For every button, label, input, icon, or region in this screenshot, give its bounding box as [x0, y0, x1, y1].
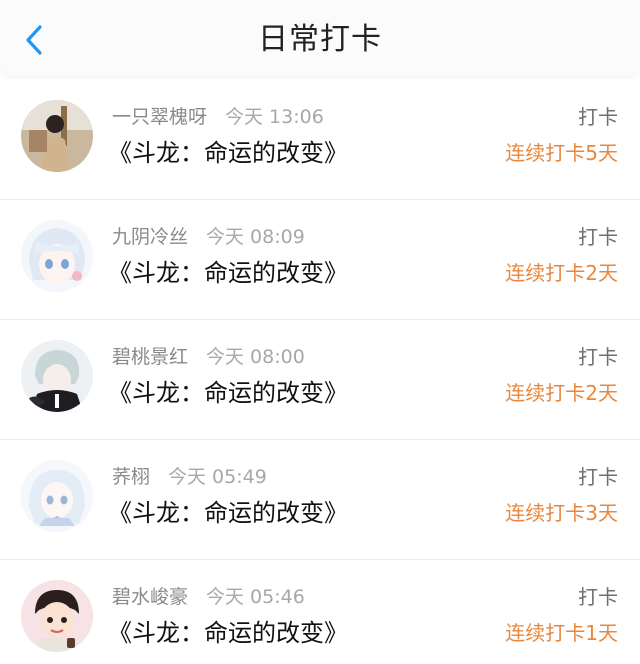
- avatar[interactable]: [21, 100, 93, 172]
- streak-count: 连续打卡2天: [505, 261, 618, 285]
- post-time: 今天 13:06: [225, 106, 324, 128]
- book-title: 《斗龙：命运的改变》: [108, 619, 348, 647]
- checkin-list: 一只翠槐呀 今天 13:06 《斗龙：命运的改变》 打卡 连续打卡5天 九阴冷丝…: [0, 80, 640, 664]
- user-avatar-anime: [21, 340, 93, 412]
- list-item[interactable]: 一只翠槐呀 今天 13:06 《斗龙：命运的改变》 打卡 连续打卡5天: [0, 80, 640, 200]
- user-avatar-photo: [21, 100, 93, 172]
- page-title: 日常打卡: [258, 22, 382, 57]
- user-avatar-cartoon: [21, 580, 93, 652]
- user-avatar-anime: [21, 220, 93, 292]
- entry-meta: 碧水峻豪 今天 05:46: [112, 584, 305, 610]
- avatar[interactable]: [21, 460, 93, 532]
- user-name[interactable]: 九阴冷丝: [112, 226, 188, 248]
- streak-count: 连续打卡3天: [505, 501, 618, 525]
- post-time: 今天 05:49: [168, 466, 267, 488]
- streak-count: 连续打卡1天: [505, 621, 618, 645]
- checkin-label: 打卡: [578, 465, 618, 489]
- user-name[interactable]: 一只翠槐呀: [112, 106, 207, 128]
- streak-count: 连续打卡2天: [505, 381, 618, 405]
- avatar[interactable]: [21, 340, 93, 412]
- streak-count: 连续打卡5天: [505, 141, 618, 165]
- book-title: 《斗龙：命运的改变》: [108, 499, 348, 527]
- entry-meta: 碧桃景红 今天 08:00: [112, 344, 305, 370]
- checkin-page: 日常打卡 一只翠槐呀今天 13:06 《斗龙：命运的改变》 打卡 连续打卡5天: [0, 0, 640, 664]
- list-item[interactable]: 碧水峻豪 今天 05:46 《斗龙：命运的改变》 打卡 连续打卡1天: [0, 560, 640, 664]
- checkin-label: 打卡: [578, 345, 618, 369]
- list-item[interactable]: 荞栩 今天 05:49 《斗龙：命运的改变》 打卡 连续打卡3天: [0, 440, 640, 560]
- user-name[interactable]: 碧水峻豪: [112, 586, 188, 608]
- checkin-label: 打卡: [578, 105, 618, 129]
- user-name[interactable]: 碧桃景红: [112, 346, 188, 368]
- book-title: 《斗龙：命运的改变》: [108, 259, 348, 287]
- avatar[interactable]: [21, 580, 93, 652]
- post-time: 今天 08:00: [206, 346, 305, 368]
- checkin-label: 打卡: [578, 585, 618, 609]
- post-time: 今天 08:09: [206, 226, 305, 248]
- entry-meta: 一只翠槐呀 今天 13:06: [112, 104, 324, 130]
- top-navigation-bar: 日常打卡: [0, 0, 640, 76]
- user-avatar-anime: [21, 460, 93, 532]
- list-item[interactable]: 碧桃景红 今天 08:00 《斗龙：命运的改变》 打卡 连续打卡2天: [0, 320, 640, 440]
- book-title: 《斗龙：命运的改变》: [108, 379, 348, 407]
- post-time: 今天 05:46: [206, 586, 305, 608]
- checkin-label: 打卡: [578, 225, 618, 249]
- list-item[interactable]: 九阴冷丝 今天 08:09 《斗龙：命运的改变》 打卡 连续打卡2天: [0, 200, 640, 320]
- book-title: 《斗龙：命运的改变》: [108, 139, 348, 167]
- entry-meta: 九阴冷丝 今天 08:09: [112, 224, 305, 250]
- entry-meta: 荞栩 今天 05:49: [112, 464, 267, 490]
- user-name[interactable]: 荞栩: [112, 466, 150, 488]
- avatar[interactable]: [21, 220, 93, 292]
